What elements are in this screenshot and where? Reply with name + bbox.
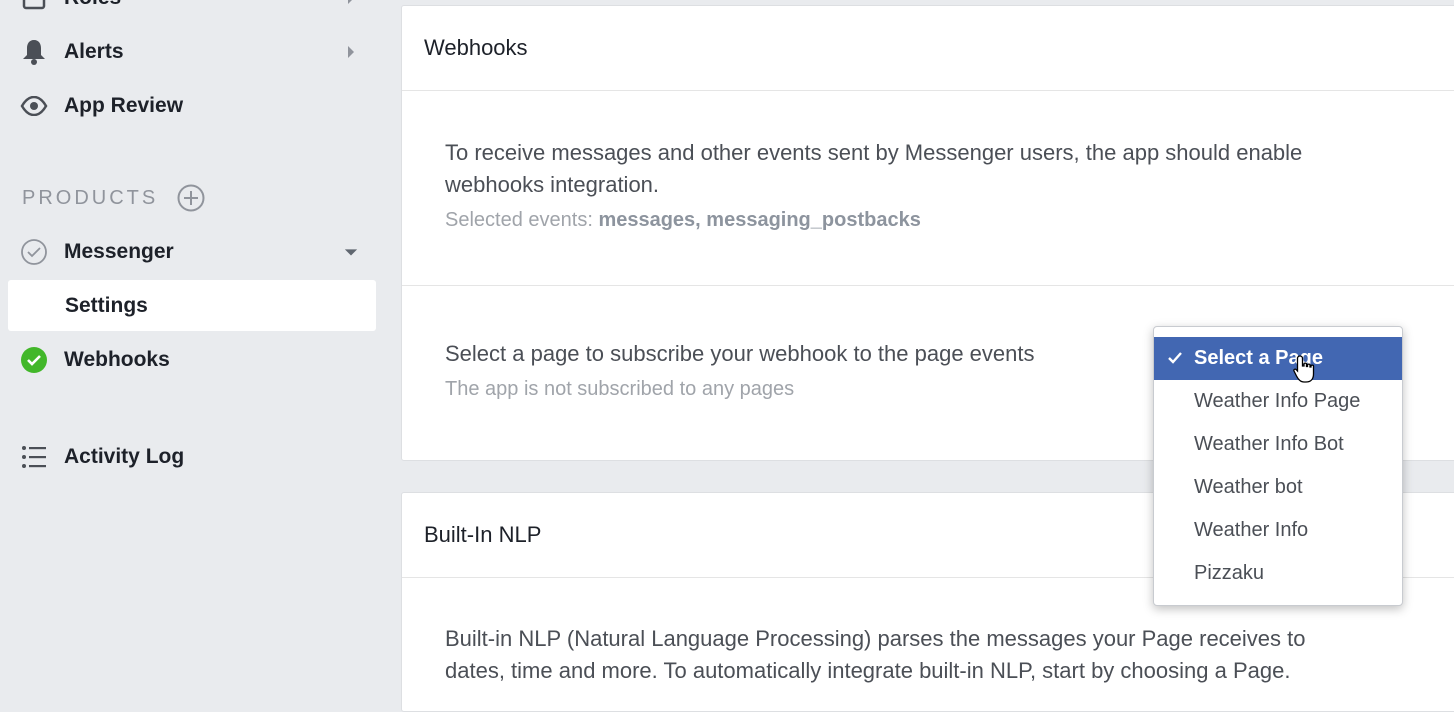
roles-icon: [20, 0, 48, 12]
sidebar-item-alerts[interactable]: Alerts: [0, 32, 388, 72]
page-select-dropdown[interactable]: Select a Page Weather Info Page Weather …: [1153, 326, 1403, 606]
sidebar-item-label: Webhooks: [64, 348, 170, 371]
sidebar-item-roles[interactable]: Roles: [0, 0, 388, 18]
sidebar-item-app-review[interactable]: App Review: [0, 86, 388, 126]
caret-right-icon: [344, 45, 358, 59]
sidebar-item-label: Roles: [64, 0, 121, 10]
selected-events-label: Selected events:: [445, 209, 593, 231]
sidebar-item-messenger[interactable]: Messenger: [0, 232, 388, 272]
caret-right-icon: [344, 0, 358, 5]
products-section-header: PRODUCTS: [22, 186, 159, 209]
webhooks-description-line2: webhooks integration.: [445, 172, 660, 197]
sidebar-item-webhooks[interactable]: Webhooks: [0, 340, 388, 380]
plus-circle-icon: [177, 184, 205, 212]
card-title: Webhooks: [402, 6, 1454, 91]
sidebar-item-label: Alerts: [64, 40, 124, 63]
divider: [402, 285, 1454, 286]
selected-events: Selected events: messages, messaging_pos…: [445, 209, 921, 232]
sidebar-item-activity-log[interactable]: Activity Log: [0, 437, 388, 477]
sidebar-item-settings[interactable]: Settings: [8, 280, 376, 331]
hand-cursor-icon: [1293, 355, 1315, 383]
webhooks-description-line1: To receive messages and other events sen…: [445, 140, 1303, 165]
caret-down-icon: [344, 245, 358, 259]
dropdown-option-selected[interactable]: Select a Page: [1154, 337, 1402, 380]
dropdown-option[interactable]: Weather Info Page: [1154, 380, 1402, 423]
dropdown-option[interactable]: Weather bot: [1154, 466, 1402, 509]
check-circle-filled-icon: [20, 346, 48, 374]
add-product-button[interactable]: [176, 183, 206, 213]
dropdown-option[interactable]: Weather Info: [1154, 509, 1402, 552]
eye-icon: [20, 92, 48, 120]
check-circle-outline-icon: [20, 238, 48, 266]
nlp-description-line2: dates, time and more. To automatically i…: [445, 658, 1291, 683]
subscribe-instruction: Select a page to subscribe your webhook …: [445, 341, 1035, 366]
sidebar-item-label: Messenger: [64, 240, 174, 263]
list-icon: [20, 443, 48, 471]
sidebar-item-label: App Review: [64, 94, 184, 117]
dropdown-option[interactable]: Pizzaku: [1154, 552, 1402, 595]
bell-icon: [20, 38, 48, 66]
nlp-description-line1: Built-in NLP (Natural Language Processin…: [445, 626, 1306, 651]
dropdown-option[interactable]: Weather Info Bot: [1154, 423, 1402, 466]
selected-events-value: messages, messaging_postbacks: [598, 209, 921, 231]
checkmark-icon: [1168, 352, 1182, 364]
sidebar-item-label: Settings: [65, 293, 148, 317]
sidebar: Roles Alerts App Review PRODUCTS: [0, 0, 388, 692]
sidebar-item-label: Activity Log: [64, 445, 185, 468]
subscription-status: The app is not subscribed to any pages: [445, 378, 795, 400]
